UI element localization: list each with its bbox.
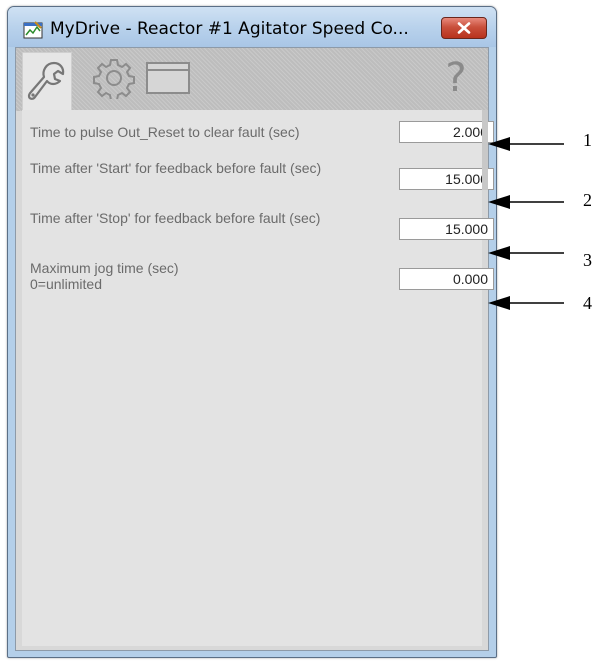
tab-maintenance[interactable] [22,52,72,111]
reset-pulse-time-input[interactable]: 2.000 [399,121,494,143]
max-jog-time-input[interactable]: 0.000 [399,268,494,290]
callout-arrow-1 [488,137,564,151]
help-icon: ? [445,55,467,101]
callout-arrow-3 [488,246,564,260]
callout-number-2: 2 [583,190,592,210]
param-label-start-feedback: Time after 'Start' for feedback before f… [30,160,322,176]
param-sublabel-max-jog: 0=unlimited [30,276,102,292]
callout-number-3: 3 [583,250,592,270]
stop-feedback-time-input[interactable]: 15.000 [399,218,494,240]
start-feedback-time-input[interactable]: 15.000 [399,168,494,190]
param-label-max-jog: Maximum jog time (sec) [30,260,179,276]
tab-advanced[interactable] [90,51,138,105]
wrench-icon [27,61,65,100]
window-title: MyDrive - Reactor #1 Agitator Speed Co..… [50,19,409,39]
faceplate-client-area: ? Time to pulse Out_Reset to clear fault… [15,47,494,651]
gear-icon [93,59,135,99]
param-label-stop-feedback: Time after 'Stop' for feedback before fa… [30,210,321,226]
drive-faceplate-icon [23,21,43,39]
help-button[interactable]: ? [436,51,476,105]
callout-arrow-2 [488,195,564,209]
callout-number-1: 1 [583,130,592,150]
param-label-reset-pulse: Time to pulse Out_Reset to clear fault (… [30,124,300,140]
faceplate-window: MyDrive - Reactor #1 Agitator Speed Co..… [7,6,497,658]
callout-number-4: 4 [583,293,592,313]
callout-arrow-4 [488,296,564,310]
tab-display[interactable] [142,51,194,105]
close-icon [457,22,471,34]
maintenance-panel: Time to pulse Out_Reset to clear fault (… [22,110,494,646]
close-button[interactable] [441,17,487,39]
title-bar[interactable]: MyDrive - Reactor #1 Agitator Speed Co..… [8,7,496,47]
faceplate-toolbar: ? [16,48,488,111]
window-icon [146,62,190,94]
